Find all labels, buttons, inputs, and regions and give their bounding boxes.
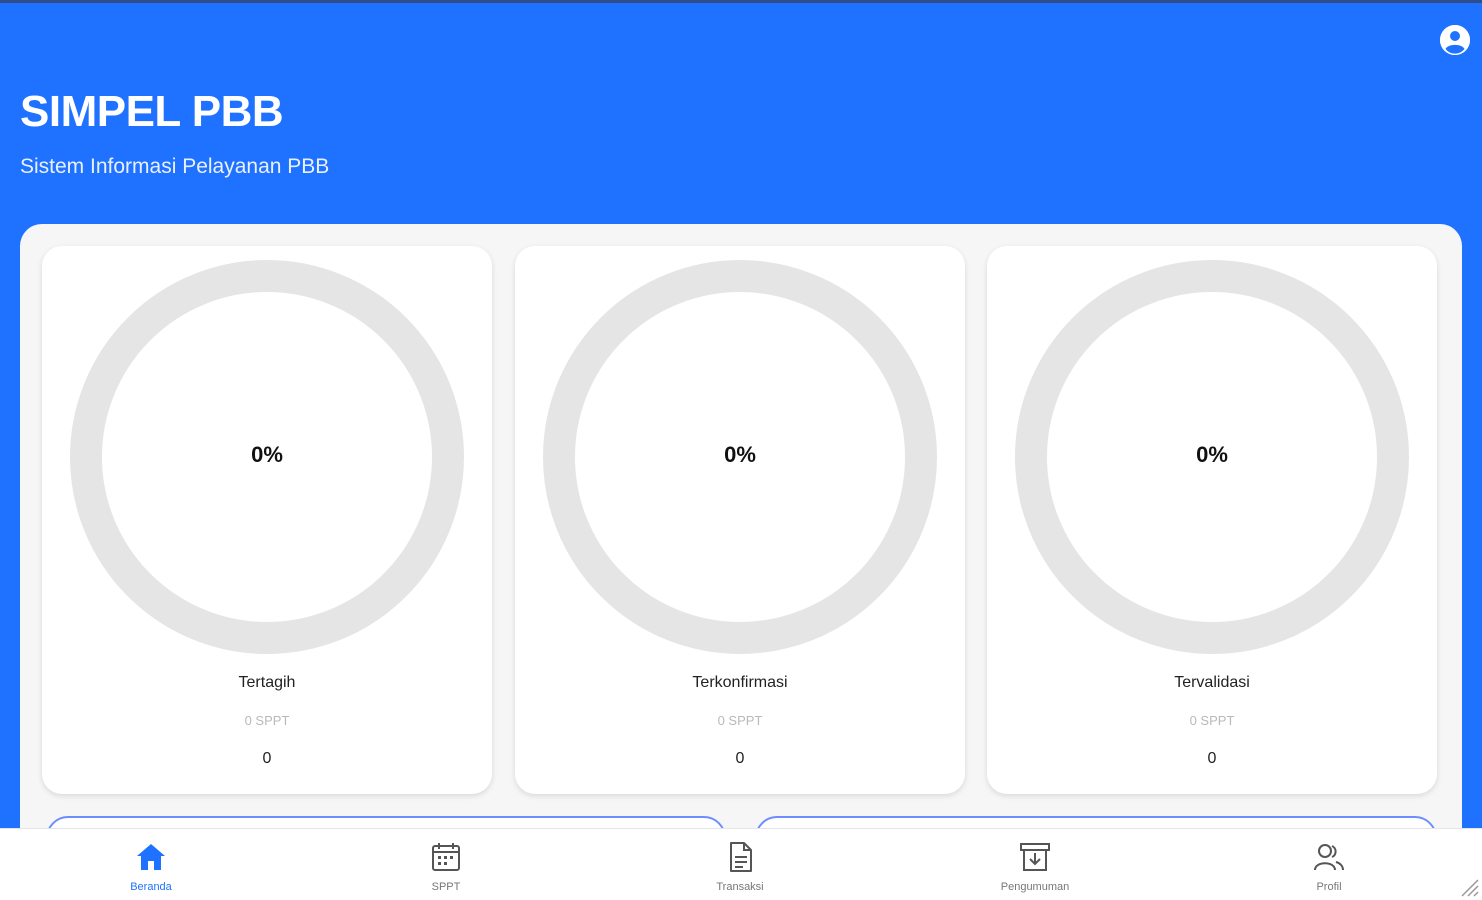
stat-label: Tertagih bbox=[238, 674, 296, 691]
nav-label: SPPT bbox=[431, 881, 461, 893]
nav-item-profil[interactable]: Profil bbox=[1181, 829, 1477, 900]
nav-item-sppt[interactable]: SPPT bbox=[298, 829, 594, 900]
dashboard-panel: 0% Tertagih 0 SPPT 0 0% Terkonfirmasi 0 … bbox=[20, 224, 1462, 876]
resize-grip-icon[interactable] bbox=[1458, 876, 1480, 898]
nav-item-pengumuman[interactable]: Pengumuman bbox=[887, 829, 1183, 900]
stat-card-tertagih[interactable]: 0% Tertagih 0 SPPT 0 bbox=[42, 246, 492, 794]
page-title: SIMPEL PBB bbox=[20, 87, 284, 136]
stat-value: 0 bbox=[262, 750, 272, 767]
nav-item-beranda[interactable]: Beranda bbox=[3, 829, 299, 900]
stat-count: 0 SPPT bbox=[1189, 713, 1235, 728]
stat-label: Terkonfirmasi bbox=[692, 674, 788, 691]
home-icon bbox=[137, 844, 165, 870]
progress-percent: 0% bbox=[1196, 442, 1228, 467]
document-icon bbox=[730, 842, 752, 872]
progress-percent: 0% bbox=[724, 442, 756, 467]
stat-card-tervalidasi[interactable]: 0% Tervalidasi 0 SPPT 0 bbox=[987, 246, 1437, 794]
stat-value: 0 bbox=[1207, 750, 1217, 767]
stat-card-terkonfirmasi[interactable]: 0% Terkonfirmasi 0 SPPT 0 bbox=[515, 246, 965, 794]
nav-label: Transaksi bbox=[716, 881, 764, 893]
account-icon[interactable] bbox=[1440, 25, 1470, 55]
calendar-icon bbox=[432, 843, 460, 871]
stat-count: 0 SPPT bbox=[244, 713, 290, 728]
users-icon bbox=[1314, 844, 1344, 871]
nav-label: Pengumuman bbox=[1000, 881, 1070, 893]
nav-label: Profil bbox=[1316, 881, 1342, 893]
bottom-navigation: Beranda SPPT Transaksi Pengumuman Profil bbox=[0, 828, 1482, 900]
nav-item-transaksi[interactable]: Transaksi bbox=[592, 829, 888, 900]
app-header: SIMPEL PBB Sistem Informasi Pelayanan PB… bbox=[0, 3, 1482, 225]
nav-label: Beranda bbox=[130, 881, 172, 893]
stat-label: Tervalidasi bbox=[1174, 674, 1250, 691]
progress-percent: 0% bbox=[251, 442, 283, 467]
page-subtitle: Sistem Informasi Pelayanan PBB bbox=[20, 155, 330, 178]
stat-count: 0 SPPT bbox=[717, 713, 763, 728]
stat-value: 0 bbox=[735, 750, 745, 767]
archive-icon bbox=[1020, 843, 1050, 871]
